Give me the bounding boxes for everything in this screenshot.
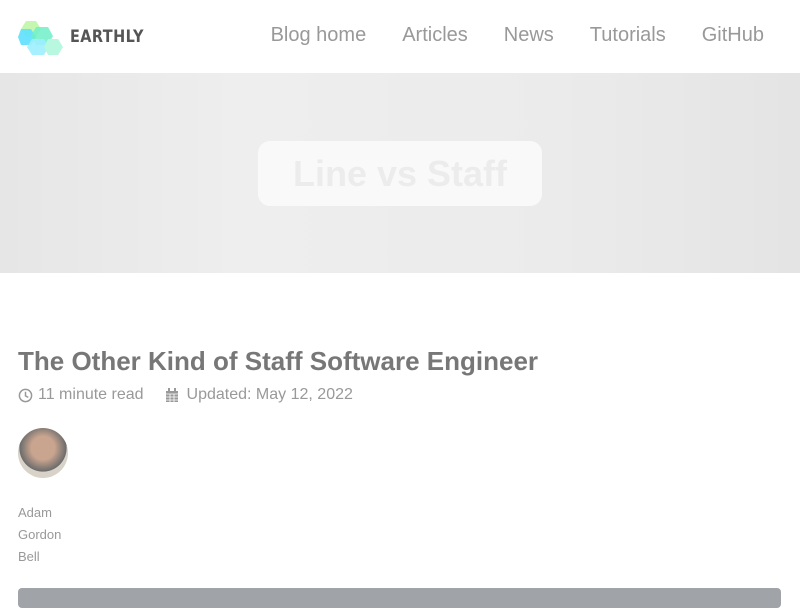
content-notice-bar	[18, 588, 781, 608]
top-nav: EARTHLY Blog home Articles News Tutorial…	[0, 0, 800, 73]
updated-date: Updated: May 12, 2022	[186, 386, 353, 403]
page-title: The Other Kind of Staff Software Enginee…	[18, 346, 539, 376]
read-time: 11 minute read	[38, 386, 144, 403]
hero-banner: Line vs Staff	[0, 73, 800, 273]
nav-blog-home[interactable]: Blog home	[271, 24, 367, 47]
author-name[interactable]: Adam Gordon Bell	[18, 502, 61, 568]
earthly-logo[interactable]: EARTHLY	[18, 19, 157, 55]
calendar-icon	[165, 387, 178, 402]
brand-name: EARTHLY	[70, 27, 144, 47]
author-last: Bell	[18, 549, 40, 564]
logo-hexagons-icon	[18, 21, 63, 55]
hero-title: Line vs Staff	[258, 141, 542, 206]
author-avatar[interactable]	[18, 428, 68, 478]
nav-news[interactable]: News	[504, 24, 554, 47]
author-first: Adam	[18, 505, 52, 520]
author-middle: Gordon	[18, 527, 62, 542]
nav-github[interactable]: GitHub	[702, 24, 764, 47]
nav-tutorials[interactable]: Tutorials	[590, 24, 666, 47]
nav-articles[interactable]: Articles	[402, 24, 468, 47]
clock-icon	[18, 388, 33, 402]
